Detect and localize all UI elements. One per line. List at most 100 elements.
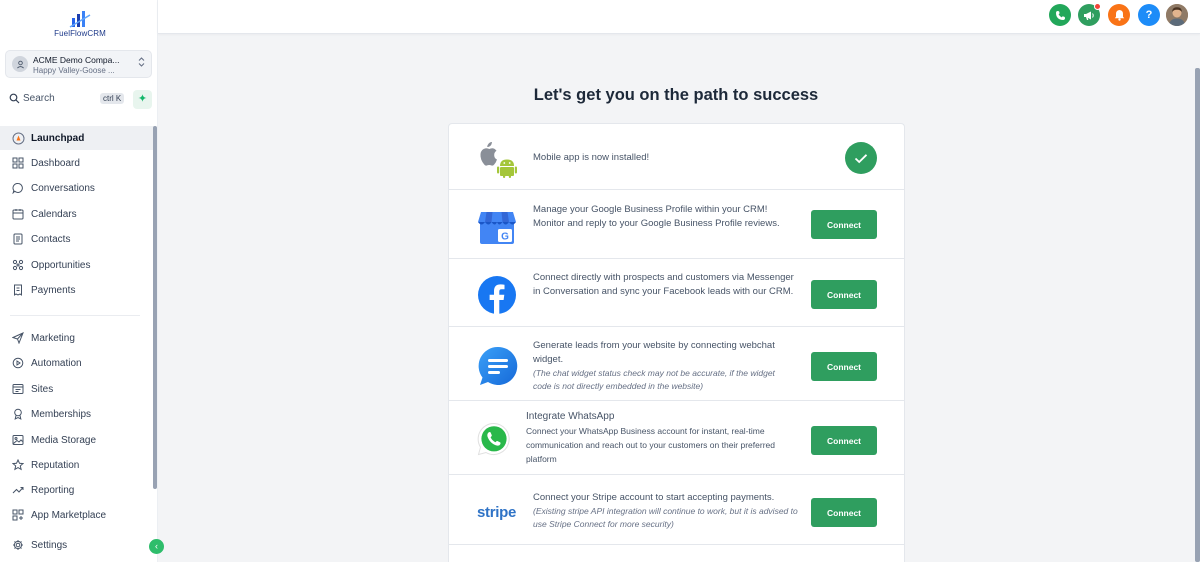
receipt-icon [11, 283, 25, 297]
pipeline-icon [11, 258, 25, 272]
sparkle-icon: ✦ [137, 93, 148, 105]
grid-icon [11, 156, 25, 170]
sidebar-item-reputation[interactable]: Reputation [0, 453, 154, 477]
calendar-icon [11, 207, 25, 221]
checklist-item-text: Integrate WhatsApp Connect your WhatsApp… [526, 410, 791, 466]
sidebar-item-label: Launchpad [31, 132, 85, 144]
sidebar-item-calendars[interactable]: Calendars [0, 202, 154, 226]
completed-check-icon [845, 142, 877, 174]
sidebar-item-settings[interactable]: Settings [0, 533, 154, 557]
paper-plane-icon [11, 331, 25, 345]
sidebar-item-label: Conversations [31, 182, 95, 194]
help-button[interactable]: ? [1138, 4, 1160, 26]
collapse-sidebar-button[interactable]: ‹ [149, 539, 164, 554]
sidebar-item-label: Memberships [31, 408, 92, 420]
onboarding-checklist: Mobile app is now installed! G Manage yo… [448, 123, 905, 562]
google-business-icon: G [477, 210, 517, 251]
sidebar-item-marketing[interactable]: Marketing [0, 326, 154, 350]
phone-icon [1055, 10, 1065, 20]
checklist-item-text: Mobile app is now installed! [533, 152, 650, 163]
sidebar-item-label: Dashboard [31, 157, 80, 169]
sidebar-item-reporting[interactable]: Reporting [0, 478, 154, 502]
sidebar-item-label: Calendars [31, 208, 77, 220]
checklist-item-whatsapp: Integrate WhatsApp Connect your WhatsApp… [449, 401, 904, 475]
stripe-note: (Existing stripe API integration will co… [533, 506, 798, 529]
account-avatar-icon [12, 56, 28, 72]
notifications-button[interactable] [1108, 4, 1130, 26]
account-location: Happy Valley-Goose ... [33, 66, 115, 75]
search-bar[interactable]: Search ctrl K [5, 90, 127, 108]
announcements-button[interactable] [1078, 3, 1101, 26]
sidebar-item-app-marketplace[interactable]: App Marketplace [0, 503, 154, 527]
connect-whatsapp-button[interactable]: Connect [811, 426, 877, 455]
sidebar-item-label: Reputation [31, 459, 80, 471]
connect-stripe-button[interactable]: Connect [811, 498, 877, 527]
main-scrollbar[interactable] [1195, 68, 1200, 562]
rocket-icon [11, 131, 25, 145]
stripe-description: Connect your Stripe account to start acc… [533, 492, 775, 503]
avatar-photo-icon [1166, 4, 1188, 26]
sidebar-item-contacts[interactable]: Contacts [0, 227, 154, 251]
sidebar-item-payments[interactable]: Payments [0, 278, 154, 302]
sidebar-item-memberships[interactable]: Memberships [0, 402, 154, 426]
logo-icon [69, 11, 91, 28]
checklist-item-text: Manage your Google Business Profile with… [533, 204, 780, 229]
brand-name: FuelFlowCRM [54, 29, 106, 38]
search-icon [9, 93, 20, 104]
sidebar-item-label: Settings [31, 539, 68, 551]
checklist-item-facebook: Connect directly with prospects and cust… [449, 259, 904, 327]
user-avatar[interactable] [1166, 4, 1188, 26]
sidebar-item-opportunities[interactable]: Opportunities [0, 253, 154, 277]
facebook-icon [477, 275, 517, 320]
gear-icon [11, 538, 25, 552]
sidebar-item-automation[interactable]: Automation [0, 351, 154, 375]
bell-icon [1114, 10, 1124, 21]
sidebar-item-media-storage[interactable]: Media Storage [0, 428, 154, 452]
sidebar-scrollbar[interactable] [153, 126, 157, 489]
sidebar: FuelFlowCRM ACME Demo Compa... Happy Val… [0, 0, 158, 562]
sidebar-item-label: Media Storage [31, 434, 97, 446]
trend-up-icon [11, 483, 25, 497]
connect-webchat-button[interactable]: Connect [811, 352, 877, 381]
chevron-up-down-icon [138, 56, 145, 70]
page-title: Let's get you on the path to success [533, 86, 819, 104]
sidebar-item-dashboard[interactable]: Dashboard [0, 151, 154, 175]
search-shortcut: ctrl K [100, 93, 125, 104]
sidebar-item-label: App Marketplace [31, 509, 107, 521]
svg-text:G: G [501, 232, 509, 243]
whatsapp-icon [477, 422, 511, 461]
sidebar-item-label: Sites [31, 383, 54, 395]
checklist-item-mobile-app: Mobile app is now installed! [449, 124, 904, 190]
whatsapp-description: Connect your WhatsApp Business account f… [526, 426, 775, 464]
checklist-item-text: Connect your Stripe account to start acc… [533, 491, 798, 531]
image-icon [11, 433, 25, 447]
browser-window-icon [11, 382, 25, 396]
whatsapp-title: Integrate WhatsApp [526, 411, 615, 422]
checklist-item-text: Generate leads from your website by conn… [533, 339, 795, 393]
phone-button[interactable] [1049, 4, 1071, 26]
account-name: ACME Demo Compa... [33, 55, 120, 65]
brand-logo[interactable]: FuelFlowCRM [52, 9, 108, 41]
connect-google-button[interactable]: Connect [811, 210, 877, 239]
sidebar-divider [10, 315, 140, 316]
top-bar: ? [158, 0, 1200, 34]
apple-android-icon [477, 140, 519, 183]
contacts-book-icon [11, 232, 25, 246]
checklist-item-stripe: stripe Connect your Stripe account to st… [449, 475, 904, 545]
account-switcher[interactable]: ACME Demo Compa... Happy Valley-Goose ..… [5, 50, 152, 78]
star-icon [11, 458, 25, 472]
chevron-left-icon: ‹ [155, 541, 158, 551]
sidebar-item-label: Marketing [31, 332, 75, 344]
connect-facebook-button[interactable]: Connect [811, 280, 877, 309]
sidebar-item-launchpad[interactable]: Launchpad [0, 126, 154, 150]
badge-icon [11, 407, 25, 421]
sidebar-item-sites[interactable]: Sites [0, 377, 154, 401]
help-icon: ? [1145, 9, 1153, 21]
webchat-bubble-icon [477, 345, 519, 392]
sidebar-item-conversations[interactable]: Conversations [0, 176, 154, 200]
ai-sparkle-button[interactable]: ✦ [133, 90, 152, 109]
checklist-item-text: Connect directly with prospects and cust… [533, 272, 794, 297]
webchat-note: (The chat widget status check may not be… [533, 368, 775, 391]
apps-icon [11, 508, 25, 522]
webchat-description: Generate leads from your website by conn… [533, 340, 775, 365]
